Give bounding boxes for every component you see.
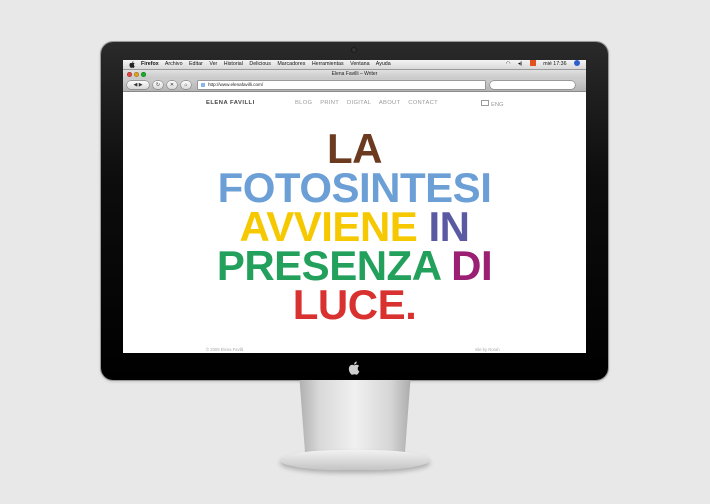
- menu-historial[interactable]: Historial: [224, 61, 243, 67]
- headline-word: LUCE.: [292, 281, 417, 328]
- nav-digital[interactable]: DIGITAL: [347, 100, 371, 106]
- window-titlebar: Elena Favilli – Writer: [123, 70, 586, 79]
- wifi-icon[interactable]: ◠: [506, 61, 511, 67]
- language-label: ENG: [491, 102, 504, 108]
- menu-delicious[interactable]: Delicious: [249, 61, 271, 67]
- menu-items: Firefox Archivo Editar Ver Historial Del…: [141, 60, 396, 69]
- window-title: Elena Favilli – Writer: [331, 71, 378, 77]
- language-switch[interactable]: ENG: [481, 100, 504, 108]
- nav-print[interactable]: PRINT: [320, 100, 339, 106]
- favicon-icon: [201, 83, 205, 87]
- footer-copyright: © 2009 Elena Favilli: [206, 347, 244, 352]
- monitor-stand: [299, 380, 411, 458]
- menu-bar: Firefox Archivo Editar Ver Historial Del…: [123, 60, 586, 70]
- reload-icon: ↻: [155, 82, 161, 88]
- headline-line: LUCE.: [123, 284, 586, 326]
- headline-line: LA: [123, 128, 586, 170]
- menu-marcadores[interactable]: Marcadores: [277, 61, 305, 67]
- url-text: http://www.elenafavilli.com/: [208, 82, 264, 87]
- url-bar[interactable]: http://www.elenafavilli.com/: [198, 81, 485, 89]
- home-button[interactable]: ⌂: [181, 81, 191, 89]
- stop-button[interactable]: ✕: [167, 81, 177, 89]
- headline-line: FOTOSINTESI: [123, 167, 586, 209]
- forward-arrow-icon[interactable]: ▶: [139, 82, 143, 88]
- back-forward-buttons[interactable]: ◀ ▶: [127, 81, 149, 89]
- extension-icon[interactable]: [529, 60, 536, 66]
- clock[interactable]: mié 17:36: [543, 61, 566, 67]
- site-nav: BLOG PRINT DIGITAL ABOUT CONTACT: [295, 100, 444, 106]
- menu-ayuda[interactable]: Ayuda: [376, 61, 391, 67]
- spotlight-icon[interactable]: [574, 60, 580, 66]
- browser-toolbar: ◀ ▶ ↻ ✕ ⌂ http://www.elenafavilli.com/: [123, 79, 586, 92]
- nav-about[interactable]: ABOUT: [379, 100, 400, 106]
- back-arrow-icon[interactable]: ◀: [133, 82, 137, 88]
- nav-blog[interactable]: BLOG: [295, 100, 312, 106]
- monitor: Firefox Archivo Editar Ver Historial Del…: [101, 42, 608, 380]
- menu-archivo[interactable]: Archivo: [165, 61, 183, 67]
- site-name[interactable]: ELENA FAVILLI: [206, 100, 255, 106]
- monitor-stand-base: [280, 450, 430, 470]
- headline-line: AVVIENE IN: [123, 206, 586, 248]
- home-icon: ⌂: [184, 82, 188, 88]
- menu-status-area: ◠ ◂) mié 17:36: [500, 60, 580, 69]
- apple-logo-icon: [348, 361, 360, 375]
- menu-ventana[interactable]: Ventana: [350, 61, 369, 67]
- minimize-window-icon[interactable]: [134, 72, 139, 77]
- volume-icon[interactable]: ◂): [518, 61, 522, 67]
- menu-herramientas[interactable]: Herramientas: [312, 61, 344, 67]
- reload-button[interactable]: ↻: [153, 81, 163, 89]
- zoom-window-icon[interactable]: [141, 72, 146, 77]
- apple-menu-icon[interactable]: [129, 61, 135, 68]
- flag-icon: [481, 100, 489, 106]
- menu-ver[interactable]: Ver: [209, 61, 217, 67]
- search-field[interactable]: [490, 81, 575, 89]
- stop-icon: ✕: [169, 82, 175, 88]
- web-page: ELENA FAVILLI BLOG PRINT DIGITAL ABOUT C…: [123, 92, 586, 353]
- headline: LA FOTOSINTESI AVVIENE IN PRESENZA DI LUCE.: [123, 128, 586, 326]
- menu-editar[interactable]: Editar: [189, 61, 203, 67]
- screen: Firefox Archivo Editar Ver Historial Del…: [123, 60, 586, 353]
- nav-contact[interactable]: CONTACT: [408, 100, 438, 106]
- footer-credit[interactable]: site by Norah: [475, 347, 500, 352]
- headline-word: DI: [451, 242, 493, 289]
- headline-line: PRESENZA DI: [123, 245, 586, 287]
- close-window-icon[interactable]: [127, 72, 132, 77]
- menu-firefox[interactable]: Firefox: [141, 61, 159, 67]
- camera: [352, 48, 356, 52]
